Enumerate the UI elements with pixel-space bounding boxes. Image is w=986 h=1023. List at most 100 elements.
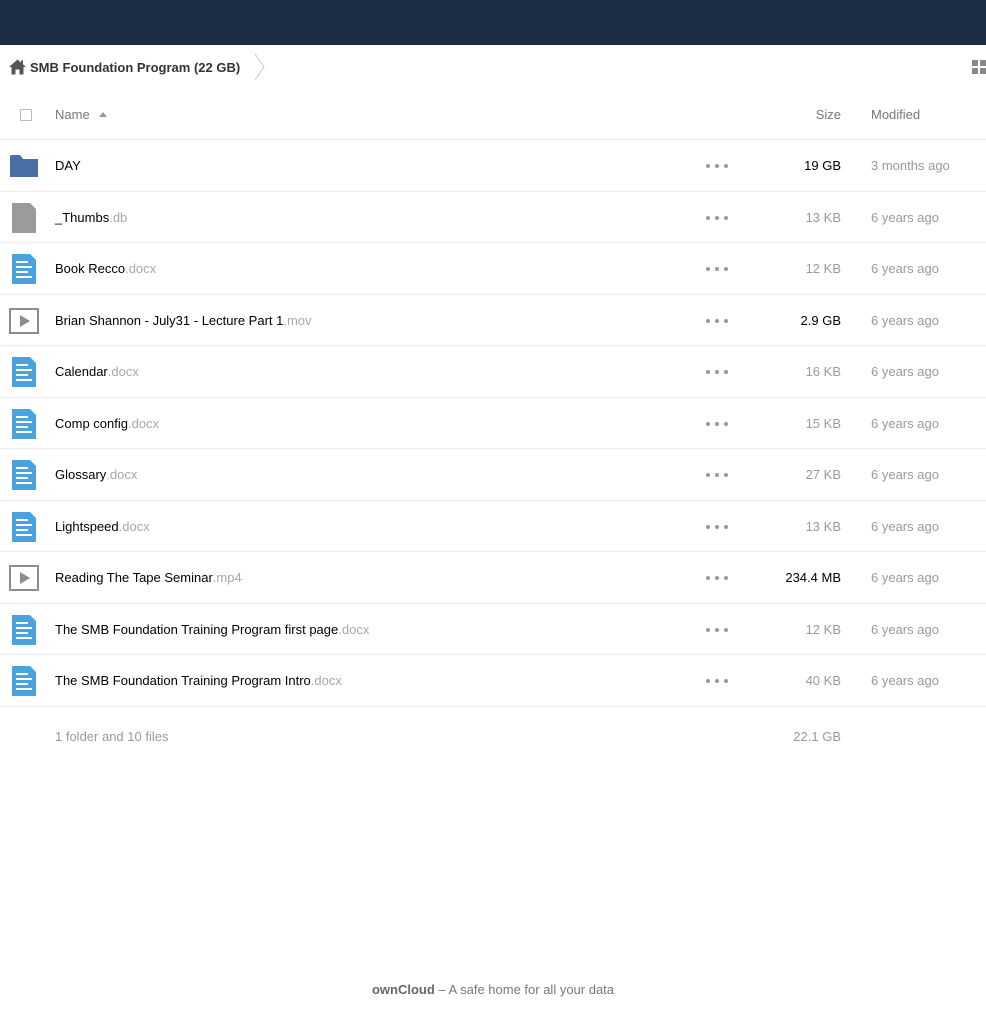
document-icon[interactable]	[9, 357, 39, 387]
more-actions-icon[interactable]	[706, 315, 728, 327]
table-row[interactable]: Calendar .docx 16 KB 6 years ago	[0, 346, 986, 398]
more-actions-icon[interactable]	[706, 521, 728, 533]
file-extension: .docx	[106, 467, 138, 482]
table-header: Name Size Modified	[0, 89, 986, 140]
table-row[interactable]: Brian Shannon - July31 - Lecture Part 1.…	[0, 295, 986, 346]
file-modified: 6 years ago	[871, 364, 939, 379]
column-header-size[interactable]: Size	[816, 89, 841, 140]
document-icon[interactable]	[9, 511, 39, 542]
document-icon[interactable]	[9, 254, 39, 284]
file-size: 2.9 GB	[800, 312, 841, 328]
file-size: 13 KB	[805, 518, 841, 534]
file-extension: .docx	[127, 415, 160, 431]
more-actions-icon[interactable]	[706, 263, 728, 275]
file-extension: .docx	[118, 518, 150, 534]
file-extension: .docx	[310, 673, 342, 688]
video-icon[interactable]	[9, 306, 39, 336]
breadcrumb-separator-icon	[254, 53, 265, 81]
file-basename: Calendar	[55, 364, 108, 379]
table-row[interactable]: The SMB Foundation Training Program Intr…	[0, 655, 986, 707]
document-icon[interactable]	[9, 408, 39, 439]
file-basename: DAY	[55, 158, 81, 173]
file-name[interactable]: The SMB Foundation Training Program Intr…	[55, 655, 342, 706]
file-name[interactable]: DAY	[55, 140, 81, 191]
file-modified: 6 years ago	[871, 415, 939, 431]
table-row[interactable]: Book Recco .docx 12 KB 6 years ago	[0, 243, 986, 295]
select-all-checkbox[interactable]	[20, 109, 32, 121]
more-actions-icon[interactable]	[706, 160, 728, 172]
document-icon[interactable]	[9, 666, 39, 696]
file-extension: .mp4	[212, 570, 242, 585]
more-actions-icon[interactable]	[706, 366, 728, 378]
breadcrumb-home[interactable]: SMB Foundation Program (22 GB)	[0, 45, 240, 89]
file-name[interactable]: Brian Shannon - July31 - Lecture Part 1.…	[55, 295, 312, 346]
file-modified: 6 years ago	[871, 467, 939, 482]
file-name[interactable]: _Thumbs .db	[55, 192, 127, 243]
table-row[interactable]: The SMB Foundation Training Program firs…	[0, 604, 986, 655]
footer-tagline: – A safe home for all your data	[434, 982, 615, 997]
document-icon[interactable]	[9, 614, 39, 645]
file-size: 16 KB	[805, 364, 841, 379]
file-name[interactable]: Glossary .docx	[55, 449, 137, 500]
more-actions-icon[interactable]	[706, 624, 728, 636]
table-row[interactable]: Lightspeed .docx 13 KB 6 years ago	[0, 501, 986, 552]
grid-view-icon[interactable]	[972, 60, 986, 74]
file-extension: .docx	[125, 261, 157, 276]
file-modified: 6 years ago	[871, 673, 939, 688]
footer-brand[interactable]: ownCloud	[372, 982, 435, 997]
table-row[interactable]: _Thumbs .db 13 KB 6 years ago	[0, 192, 986, 243]
breadcrumb-current-folder[interactable]: SMB Foundation Program (22 GB)	[30, 60, 240, 75]
file-basename: The SMB Foundation Training Program Intr…	[55, 673, 311, 688]
file-size: 15 KB	[805, 415, 841, 431]
controls-bar: SMB Foundation Program (22 GB)	[0, 45, 986, 89]
table-row[interactable]: Glossary .docx 27 KB 6 years ago	[0, 449, 986, 501]
file-name[interactable]: Book Recco .docx	[55, 243, 156, 294]
more-actions-icon[interactable]	[706, 572, 728, 584]
file-name[interactable]: Lightspeed .docx	[55, 501, 150, 552]
table-row[interactable]: Comp config .docx 15 KB 6 years ago	[0, 398, 986, 449]
file-modified: 6 years ago	[871, 312, 939, 328]
file-modified: 6 years ago	[871, 518, 939, 534]
video-icon[interactable]	[9, 563, 39, 593]
table-row[interactable]: Reading The Tape Seminar .mp4 234.4 MB 6 ye…	[0, 552, 986, 604]
more-actions-icon[interactable]	[706, 675, 728, 687]
breadcrumb: SMB Foundation Program (22 GB)	[0, 45, 266, 89]
file-basename: The SMB Foundation Training Program firs…	[55, 621, 339, 637]
file-size: 40 KB	[805, 673, 841, 688]
file-extension: .docx	[107, 364, 139, 379]
summary-row: 1 folder and 10 files 22.1 GB	[0, 707, 986, 767]
file-basename: Reading The Tape Seminar	[55, 570, 213, 585]
file-rows: DAY 19 GB 3 months ago _Thumbs .db 13 KB 6 yea…	[0, 140, 986, 707]
file-name[interactable]: Comp config .docx	[55, 398, 159, 449]
table-row[interactable]: DAY 19 GB 3 months ago	[0, 140, 986, 192]
file-basename: Comp config	[55, 415, 128, 431]
document-icon[interactable]	[9, 460, 39, 490]
more-actions-icon[interactable]	[706, 212, 728, 224]
column-header-name[interactable]: Name	[55, 89, 107, 140]
file-name[interactable]: The SMB Foundation Training Program firs…	[55, 604, 369, 655]
file-name[interactable]: Reading The Tape Seminar .mp4	[55, 552, 242, 603]
file-basename: Glossary	[55, 467, 107, 482]
file-size: 13 KB	[805, 209, 841, 225]
more-actions-icon[interactable]	[706, 469, 728, 481]
column-header-name-label: Name	[55, 107, 90, 122]
file-list-table: Name Size Modified DAY 19 GB 3 months ago _…	[0, 89, 986, 767]
folder-icon[interactable]	[9, 151, 39, 181]
file-basename: Brian Shannon - July31 - Lecture Part 1	[55, 312, 284, 328]
file-modified: 6 years ago	[871, 570, 939, 585]
file-extension: .docx	[338, 621, 370, 637]
file-extension: .db	[109, 209, 128, 225]
more-actions-icon[interactable]	[706, 418, 728, 430]
file-name[interactable]: Calendar .docx	[55, 346, 139, 397]
file-size: 27 KB	[805, 467, 841, 482]
top-header-bar	[0, 0, 986, 45]
file-icon[interactable]	[9, 202, 39, 233]
summary-count: 1 folder and 10 files	[55, 729, 169, 744]
file-size: 12 KB	[805, 261, 841, 276]
file-modified: 6 years ago	[871, 621, 939, 637]
summary-total-size: 22.1 GB	[793, 729, 841, 744]
file-basename: Lightspeed	[55, 518, 119, 534]
file-modified: 3 months ago	[871, 158, 950, 173]
file-extension: .mov	[283, 312, 312, 328]
column-header-modified[interactable]: Modified	[871, 89, 920, 140]
